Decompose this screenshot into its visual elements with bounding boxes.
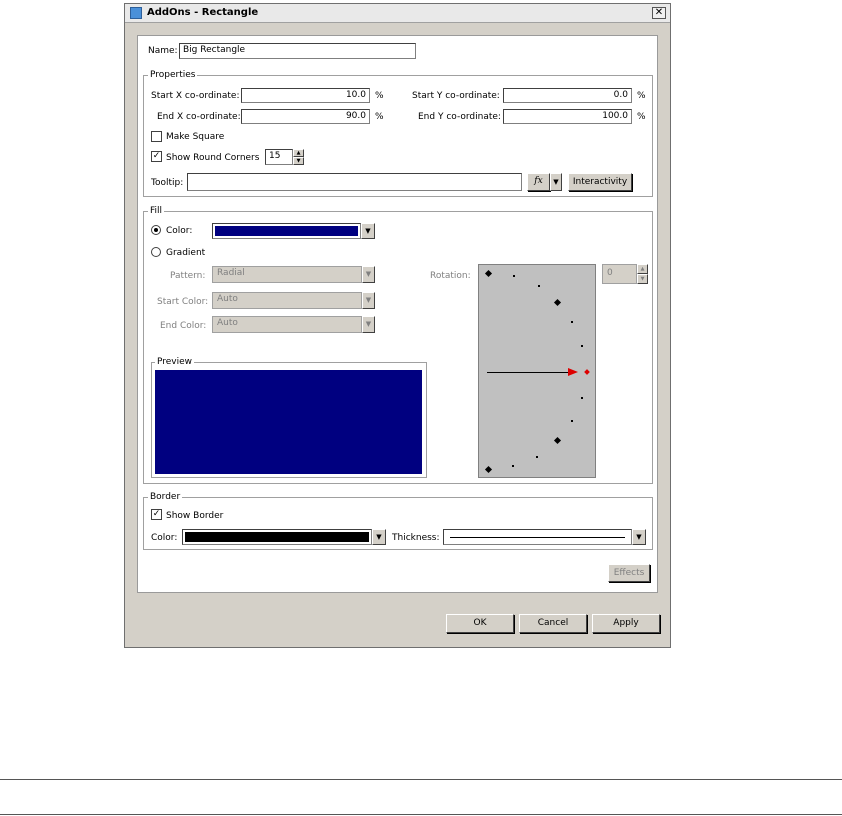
end-color-dropdown-icon[interactable]: ▼ [362,316,375,333]
round-corners-input[interactable]: 15 [265,149,293,165]
thickness-dropdown-icon[interactable]: ▼ [632,529,646,545]
fill-color-picker[interactable] [212,223,361,239]
pattern-select[interactable]: Radial [212,266,362,283]
apply-button[interactable]: Apply [592,614,660,633]
dial-marker-dot [538,285,540,287]
rotation-arrow-icon [568,368,578,376]
dial-marker-dot [581,397,583,399]
rotation-input[interactable]: 0 [602,264,637,284]
rotation-spin-up[interactable]: ▲ [637,264,648,274]
properties-legend: Properties [148,70,198,80]
end-x-label: End X co-ordinate: [157,112,241,122]
divider-line [0,814,842,815]
thickness-line-sample [450,537,625,538]
cancel-button[interactable]: Cancel [519,614,587,633]
start-y-unit: % [637,91,646,101]
start-color-select[interactable]: Auto [212,292,362,309]
fx-button[interactable]: fx [527,173,550,191]
rotation-dial[interactable] [478,264,596,478]
gradient-label: Gradient [166,248,206,258]
name-input[interactable]: Big Rectangle [179,43,416,59]
border-color-dropdown-icon[interactable]: ▼ [372,529,386,545]
fill-color-radio[interactable] [151,225,161,235]
tooltip-label: Tooltip: [151,178,184,188]
name-label: Name: [148,46,178,56]
border-legend: Border [148,492,183,502]
end-y-label: End Y co-ordinate: [418,112,501,122]
pattern-label: Pattern: [170,271,206,281]
end-x-unit: % [375,112,384,122]
end-y-input[interactable]: 100.0 [503,109,632,124]
dial-marker-diamond [484,269,493,278]
start-x-input[interactable]: 10.0 [241,88,370,103]
make-square-checkbox[interactable] [151,131,162,142]
start-x-label: Start X co-ordinate: [151,91,240,101]
show-border-label: Show Border [166,511,224,521]
show-border-checkbox[interactable]: ✓ [151,509,162,520]
fill-color-label: Color: [166,226,193,236]
fill-color-dropdown-icon[interactable]: ▼ [361,223,375,239]
window-title: AddOns - Rectangle [147,7,259,18]
end-x-input[interactable]: 90.0 [241,109,370,124]
dial-marker-diamond [553,298,562,307]
round-corners-checkbox[interactable]: ✓ [151,151,162,162]
fill-color-swatch [215,226,358,236]
start-color-dropdown-icon[interactable]: ▼ [362,292,375,309]
fill-legend: Fill [148,206,165,216]
start-color-label: Start Color: [157,297,209,307]
close-button[interactable]: ✕ [652,7,666,19]
dial-marker-dot [512,465,514,467]
divider-line [0,779,842,780]
round-corners-spin-up[interactable]: ▲ [293,149,304,157]
border-color-swatch [185,532,369,542]
round-corners-label: Show Round Corners [166,153,260,163]
dial-marker-dot [571,420,573,422]
start-y-input[interactable]: 0.0 [503,88,632,103]
dial-marker-dot [513,275,515,277]
tooltip-input[interactable] [187,173,522,191]
start-y-label: Start Y co-ordinate: [412,91,500,101]
effects-button[interactable]: Effects [608,564,650,582]
thickness-select[interactable] [443,529,632,545]
rotation-spin-down[interactable]: ▼ [637,274,648,284]
gradient-radio[interactable] [151,247,161,257]
fx-dropdown-icon[interactable]: ▼ [550,173,562,191]
dial-marker-dot [536,456,538,458]
preview-area [155,370,422,474]
end-color-select[interactable]: Auto [212,316,362,333]
end-y-unit: % [637,112,646,122]
interactivity-button[interactable]: Interactivity [568,173,632,191]
pattern-dropdown-icon[interactable]: ▼ [362,266,375,283]
round-corners-spin-down[interactable]: ▼ [293,157,304,165]
make-square-label: Make Square [166,132,225,142]
border-color-label: Color: [151,533,178,543]
app-icon [130,7,142,19]
preview-legend: Preview [155,357,195,367]
start-x-unit: % [375,91,384,101]
dial-marker-diamond [553,436,562,445]
end-color-label: End Color: [160,321,207,331]
rotation-label: Rotation: [430,271,471,281]
ok-button[interactable]: OK [446,614,514,633]
rotation-pointer-line [487,372,570,373]
rotation-handle-icon[interactable] [584,369,590,375]
dial-marker-diamond [484,465,493,474]
dial-marker-dot [581,345,583,347]
thickness-label: Thickness: [392,533,440,543]
border-color-picker[interactable] [182,529,372,545]
dial-marker-dot [571,321,573,323]
